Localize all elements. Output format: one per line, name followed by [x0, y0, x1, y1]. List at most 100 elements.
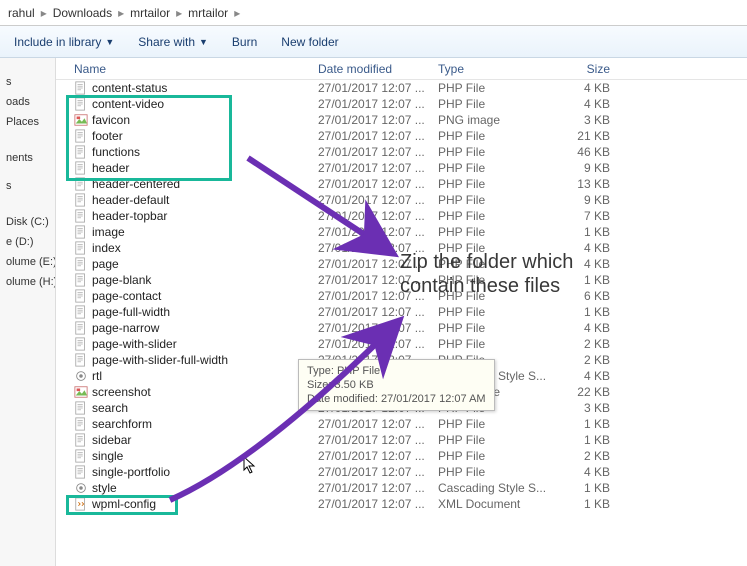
sidebar-item[interactable]: [0, 132, 55, 140]
file-date: 27/01/2017 12:07 ...: [318, 321, 438, 335]
sidebar-item[interactable]: olume (H:): [0, 272, 55, 292]
file-type: PHP File: [438, 337, 548, 351]
file-name: sidebar: [92, 433, 131, 447]
sidebar-item[interactable]: oads: [0, 92, 55, 112]
file-row[interactable]: footer27/01/2017 12:07 ...PHP File21 KB: [56, 128, 747, 144]
sidebar-item[interactable]: s: [0, 72, 55, 92]
file-name: single-portfolio: [92, 465, 170, 479]
file-row[interactable]: sidebar27/01/2017 12:07 ...PHP File1 KB: [56, 432, 747, 448]
file-icon: [74, 273, 88, 287]
file-icon: [74, 401, 88, 415]
file-size: 46 KB: [548, 145, 628, 159]
file-size: 3 KB: [548, 401, 628, 415]
file-row[interactable]: image27/01/2017 12:07 ...PHP File1 KB: [56, 224, 747, 240]
file-date: 27/01/2017 12:07 ...: [318, 305, 438, 319]
crumb-1[interactable]: Downloads: [49, 6, 116, 20]
sidebar-item[interactable]: olume (E:): [0, 252, 55, 272]
file-row[interactable]: index27/01/2017 12:07 ...PHP File4 KB: [56, 240, 747, 256]
sidebar-item[interactable]: Places: [0, 112, 55, 132]
file-date: 27/01/2017 12:07 ...: [318, 289, 438, 303]
file-type: PHP File: [438, 433, 548, 447]
col-date[interactable]: Date modified: [318, 62, 438, 76]
crumb-sep: ▸: [232, 6, 242, 20]
file-name: functions: [92, 145, 140, 159]
file-name: page-with-slider-full-width: [92, 353, 228, 367]
file-row[interactable]: wpml-config27/01/2017 12:07 ...XML Docum…: [56, 496, 747, 512]
file-date: 27/01/2017 12:07 ...: [318, 273, 438, 287]
file-row[interactable]: style27/01/2017 12:07 ...Cascading Style…: [56, 480, 747, 496]
file-name: page-full-width: [92, 305, 170, 319]
file-row[interactable]: single27/01/2017 12:07 ...PHP File2 KB: [56, 448, 747, 464]
col-type[interactable]: Type: [438, 62, 548, 76]
file-row[interactable]: page-blank27/01/2017 12:07 ...PHP File1 …: [56, 272, 747, 288]
file-row[interactable]: page-full-width27/01/2017 12:07 ...PHP F…: [56, 304, 747, 320]
file-date: 27/01/2017 12:07 ...: [318, 129, 438, 143]
file-name: header-default: [92, 193, 169, 207]
file-type: PHP File: [438, 321, 548, 335]
col-name[interactable]: Name: [74, 62, 318, 76]
sidebar-item[interactable]: nents: [0, 148, 55, 168]
file-row[interactable]: favicon27/01/2017 12:07 ...PNG image3 KB: [56, 112, 747, 128]
sidebar-item[interactable]: [0, 168, 55, 176]
file-icon: [74, 129, 88, 143]
file-row[interactable]: functions27/01/2017 12:07 ...PHP File46 …: [56, 144, 747, 160]
sidebar-item[interactable]: e (D:): [0, 232, 55, 252]
file-row[interactable]: page-with-slider27/01/2017 12:07 ...PHP …: [56, 336, 747, 352]
file-type: PHP File: [438, 97, 548, 111]
sidebar-item[interactable]: [0, 64, 55, 72]
file-row[interactable]: header-centered27/01/2017 12:07 ...PHP F…: [56, 176, 747, 192]
col-size[interactable]: Size: [548, 62, 628, 76]
file-row[interactable]: header-default27/01/2017 12:07 ...PHP Fi…: [56, 192, 747, 208]
crumb-2[interactable]: mrtailor: [126, 6, 174, 20]
file-row[interactable]: header27/01/2017 12:07 ...PHP File9 KB: [56, 160, 747, 176]
file-name: screenshot: [92, 385, 151, 399]
file-size: 9 KB: [548, 193, 628, 207]
file-size: 9 KB: [548, 161, 628, 175]
sidebar-item[interactable]: s: [0, 176, 55, 196]
file-size: 6 KB: [548, 289, 628, 303]
file-icon: [74, 209, 88, 223]
share-with-button[interactable]: Share with▼: [138, 35, 208, 49]
file-type: PHP File: [438, 289, 548, 303]
crumb-sep: ▸: [174, 6, 184, 20]
file-type: PHP File: [438, 81, 548, 95]
file-date: 27/01/2017 12:07 ...: [318, 465, 438, 479]
sidebar-item[interactable]: [0, 140, 55, 148]
file-icon: [74, 177, 88, 191]
file-icon: [74, 337, 88, 351]
file-date: 27/01/2017 12:07 ...: [318, 497, 438, 511]
file-icon: [74, 385, 88, 399]
file-size: 4 KB: [548, 321, 628, 335]
burn-button[interactable]: Burn: [232, 35, 257, 49]
file-size: 1 KB: [548, 497, 628, 511]
sidebar-item[interactable]: Disk (C:): [0, 212, 55, 232]
new-folder-button[interactable]: New folder: [281, 35, 338, 49]
breadcrumb[interactable]: rahul▸ Downloads▸ mrtailor▸ mrtailor▸: [0, 0, 747, 26]
file-row[interactable]: page-narrow27/01/2017 12:07 ...PHP File4…: [56, 320, 747, 336]
file-row[interactable]: content-status27/01/2017 12:07 ...PHP Fi…: [56, 80, 747, 96]
file-size: 1 KB: [548, 481, 628, 495]
crumb-0[interactable]: rahul: [4, 6, 39, 20]
file-icon: [74, 465, 88, 479]
crumb-3[interactable]: mrtailor: [184, 6, 232, 20]
file-row[interactable]: header-topbar27/01/2017 12:07 ...PHP Fil…: [56, 208, 747, 224]
sidebar-item[interactable]: [0, 196, 55, 204]
file-row[interactable]: page-contact27/01/2017 12:07 ...PHP File…: [56, 288, 747, 304]
caret-down-icon: ▼: [105, 37, 114, 47]
file-size: 4 KB: [548, 241, 628, 255]
file-row[interactable]: content-video27/01/2017 12:07 ...PHP Fil…: [56, 96, 747, 112]
column-headers[interactable]: Name Date modified Type Size: [56, 58, 747, 80]
sidebar-item[interactable]: [0, 204, 55, 212]
include-in-library-button[interactable]: Include in library▼: [14, 35, 114, 49]
file-row[interactable]: single-portfolio 27/01/2017 12:07 ...PHP …: [56, 464, 747, 480]
file-row[interactable]: page27/01/2017 12:07 ...PHP File4 KB: [56, 256, 747, 272]
file-row[interactable]: searchform27/01/2017 12:07 ...PHP File1 …: [56, 416, 747, 432]
file-icon: [74, 97, 88, 111]
file-date: 27/01/2017 12:07 ...: [318, 241, 438, 255]
file-name: page: [92, 257, 119, 271]
file-type: PHP File: [438, 465, 548, 479]
file-type: PHP File: [438, 273, 548, 287]
nav-sidebar[interactable]: soadsPlacesnentssDisk (C:)e (D:)olume (E…: [0, 58, 56, 566]
file-size: 2 KB: [548, 449, 628, 463]
file-type: PHP File: [438, 161, 548, 175]
